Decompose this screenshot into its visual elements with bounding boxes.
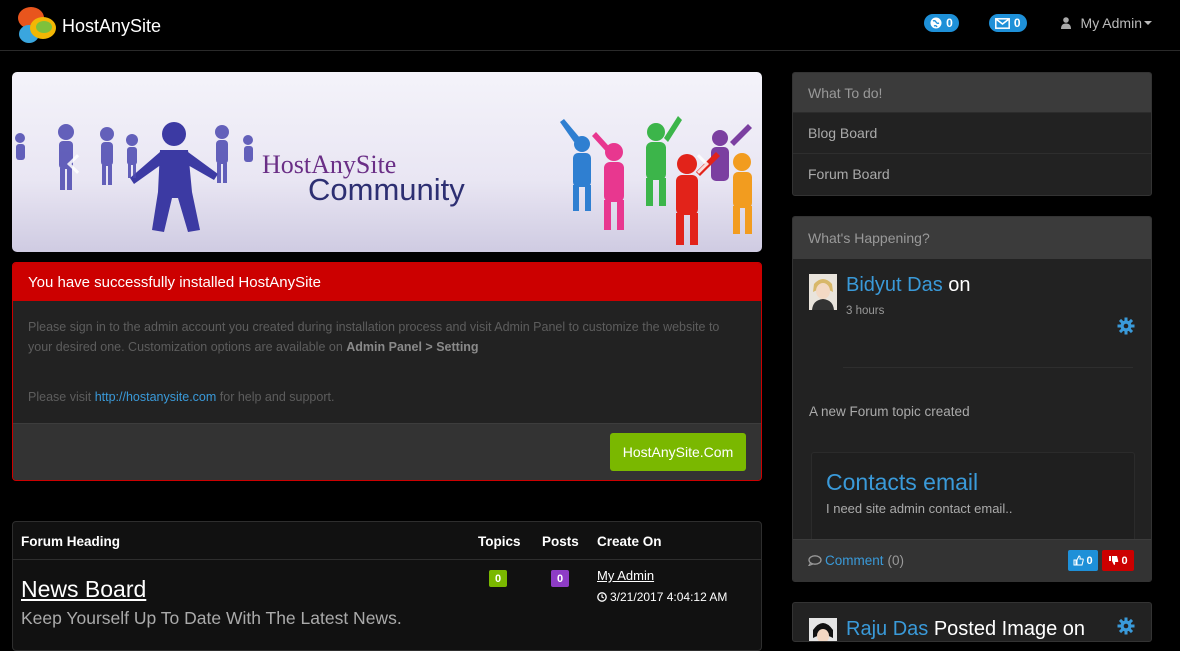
user-menu-dropdown[interactable]: My Admin [1060,15,1152,31]
install-success-panel: You have successfully installed HostAnyS… [12,262,762,481]
table-row: News Board Keep Yourself Up To Date With… [13,560,761,650]
notifications-count: 0 [946,16,953,30]
what-to-do-panel: What To do! Blog Board Forum Board [792,72,1152,196]
comment-count: (0) [887,553,905,568]
created-date-text: 3/21/2017 4:04:12 AM [610,590,728,604]
activity-suffix: on [948,274,971,296]
comment-label: Comment [825,553,884,568]
hostanysite-help-link[interactable]: http://hostanysite.com [95,390,217,404]
help-text-prefix: Please visit [28,390,95,404]
activity-footer: Comment (0) 0 0 [793,539,1151,581]
activity-time: 3 hours [846,305,885,317]
globe-icon [930,17,942,29]
admin-setting-path: Admin Panel > Setting [346,340,479,354]
community-banner: HostAnySite Community [12,72,762,252]
brand-name: HostAnySite [62,15,162,36]
whats-happening-heading: What's Happening? [793,217,1151,259]
caret-down-icon [1144,21,1152,25]
activity-message: A new Forum topic created [809,404,970,419]
like-button[interactable]: 0 [1068,550,1098,571]
next-activity-suffix: Posted Image on [933,618,1086,640]
envelope-icon [994,17,1010,29]
author-link[interactable]: My Admin [597,568,654,583]
topics-count-badge: 0 [489,570,507,587]
todo-item-forum-board[interactable]: Forum Board [793,154,1151,195]
user-icon [1060,17,1071,29]
help-text-suffix: for help and support. [216,390,335,404]
what-to-do-heading: What To do! [793,73,1151,113]
comment-icon [808,555,822,566]
todo-item-blog-board[interactable]: Blog Board [793,113,1151,154]
forum-table: Forum Heading Topics Posts Create On New… [12,521,762,651]
people-illustration-right [560,116,752,245]
banner-subtitle: Community [308,172,465,207]
dislike-button[interactable]: 0 [1102,550,1134,571]
comment-link[interactable]: Comment (0) [808,553,904,568]
gear-icon[interactable] [1117,317,1135,335]
col-create-on: Create On [597,534,662,549]
thumbs-down-icon [1109,556,1119,565]
whats-happening-panel: What's Happening? Bidyut Das on 3 hours … [792,216,1152,582]
next-activity-user-link[interactable]: Raju Das [846,618,928,640]
top-navbar: HostAnySite 0 0 My Admin [0,0,1180,51]
col-topics: Topics [478,534,521,549]
activity-topic-card[interactable]: Contacts email I need site admin contact… [811,452,1135,544]
posts-count-badge: 0 [551,570,569,587]
clock-icon [597,592,607,602]
install-success-heading: You have successfully installed HostAnyS… [13,263,761,301]
user-menu-label: My Admin [1080,15,1142,31]
dislike-count: 0 [1121,554,1128,567]
activity-item-next: Raju Das Posted Image on [792,602,1152,642]
col-forum-heading: Forum Heading [21,534,121,549]
messages-count: 0 [1013,16,1021,30]
thumbs-up-icon [1073,555,1085,566]
activity-user-link[interactable]: Bidyut Das [846,274,943,296]
notifications-button[interactable]: 0 [924,14,959,32]
logo-icon [16,5,58,47]
topic-title-link[interactable]: Contacts email [826,469,978,496]
forum-description: Keep Yourself Up To Date With The Latest… [21,608,402,628]
gear-icon[interactable] [1117,617,1135,635]
install-success-body: Please sign in to the admin account you … [13,301,761,423]
created-date: 3/21/2017 4:04:12 AM [597,590,727,604]
people-illustration-left [15,122,253,232]
brand-link[interactable]: HostAnySite [16,5,161,47]
topic-description: I need site admin contact email.. [826,501,1013,516]
hostanysite-button[interactable]: HostAnySite.Com [610,433,746,471]
avatar[interactable] [809,274,837,310]
col-posts: Posts [542,534,579,549]
messages-button[interactable]: 0 [988,14,1027,32]
avatar[interactable] [809,618,837,641]
like-count: 0 [1086,554,1093,567]
install-success-footer: HostAnySite.Com [13,423,761,480]
forum-title-link[interactable]: News Board [21,576,146,603]
forum-table-header: Forum Heading Topics Posts Create On [13,522,761,560]
